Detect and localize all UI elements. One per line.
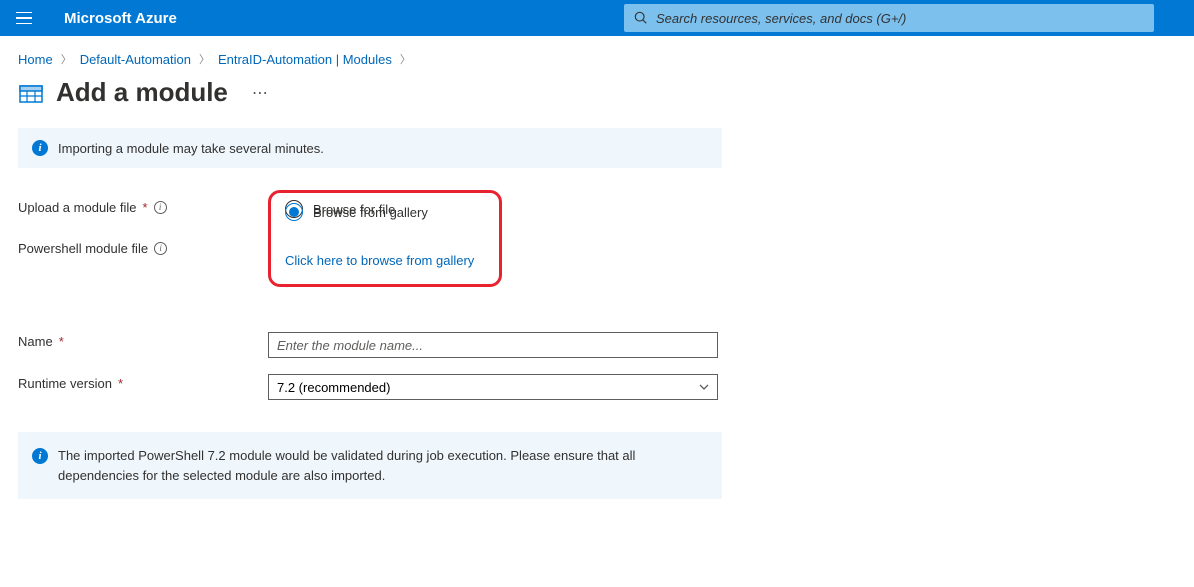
- upload-module-label: Upload a module file * i: [18, 198, 268, 215]
- name-label: Name *: [18, 332, 268, 349]
- breadcrumb-link-home[interactable]: Home: [18, 52, 53, 67]
- breadcrumb-link-entraid-modules[interactable]: EntraID-Automation | Modules: [218, 52, 392, 67]
- module-icon: [18, 80, 44, 106]
- chevron-right-icon: 〉: [400, 51, 411, 67]
- chevron-right-icon: 〉: [61, 51, 72, 67]
- radio-label: Browse from gallery: [313, 205, 428, 220]
- required-indicator: *: [143, 200, 148, 215]
- search-icon: [634, 11, 648, 25]
- radio-browse-from-gallery[interactable]: Browse from gallery: [285, 201, 485, 223]
- page-title: Add a module: [56, 77, 228, 108]
- hamburger-menu-icon[interactable]: [16, 8, 36, 28]
- info-banner-top: i Importing a module may take several mi…: [18, 128, 722, 168]
- info-icon: i: [32, 448, 48, 464]
- brand-label: Microsoft Azure: [64, 10, 177, 27]
- highlighted-gallery-box: Browse from gallery Click here to browse…: [268, 190, 502, 287]
- module-name-input[interactable]: [268, 332, 718, 358]
- runtime-version-select[interactable]: 7.2 (recommended): [268, 374, 718, 400]
- required-indicator: *: [59, 334, 64, 349]
- name-row: Name *: [18, 332, 722, 358]
- topbar: Microsoft Azure: [0, 0, 1194, 36]
- info-banner-text: The imported PowerShell 7.2 module would…: [58, 446, 708, 485]
- info-icon: i: [32, 140, 48, 156]
- form-content: i Importing a module may take several mi…: [0, 128, 740, 499]
- runtime-version-value: 7.2 (recommended): [277, 380, 390, 395]
- title-row: Add a module ⋯: [0, 77, 1194, 128]
- chevron-right-icon: 〉: [199, 51, 210, 67]
- browse-gallery-link[interactable]: Click here to browse from gallery: [285, 253, 474, 268]
- runtime-label: Runtime version *: [18, 374, 268, 391]
- ps-module-file-label: Powershell module file i: [18, 239, 268, 256]
- search-input[interactable]: [656, 11, 1144, 26]
- info-banner-text: Importing a module may take several minu…: [58, 141, 324, 156]
- runtime-row: Runtime version * 7.2 (recommended): [18, 374, 722, 400]
- search-bar[interactable]: [624, 4, 1154, 32]
- radio-icon-selected: [285, 203, 303, 221]
- info-icon[interactable]: i: [154, 242, 167, 255]
- info-banner-bottom: i The imported PowerShell 7.2 module wou…: [18, 432, 722, 499]
- info-icon[interactable]: i: [154, 201, 167, 214]
- required-indicator: *: [118, 376, 123, 391]
- more-actions-button[interactable]: ⋯: [252, 83, 269, 103]
- breadcrumb-link-default-automation[interactable]: Default-Automation: [80, 52, 191, 67]
- breadcrumb: Home 〉 Default-Automation 〉 EntraID-Auto…: [0, 36, 1194, 77]
